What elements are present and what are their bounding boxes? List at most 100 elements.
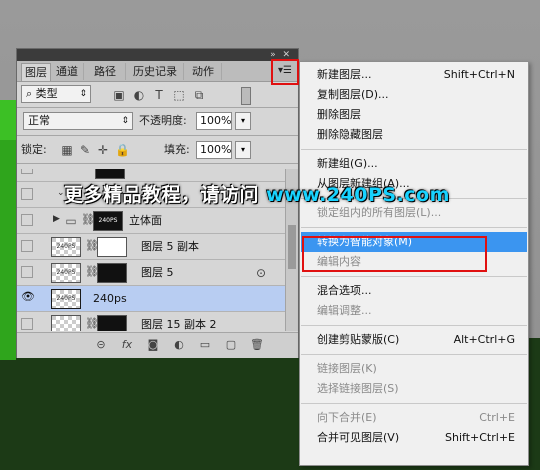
lock-position-icon[interactable]: ✛ [97,144,109,156]
visibility-toggle[interactable] [21,318,33,330]
lock-pixels-icon[interactable]: ✎ [79,144,91,156]
menu-item[interactable]: 删除图层 [301,105,527,125]
blend-mode-value: 正常 [28,114,50,127]
search-icon: ⌕ [26,87,36,100]
menu-item-label: 新建图层... [317,68,372,81]
tab-actions[interactable]: 动作 [185,63,222,80]
menu-item-annotation-box [302,236,487,272]
layer-mask-thumbnail[interactable]: 240PS [93,211,123,231]
filter-toggle-switch[interactable] [241,87,251,105]
lock-transparency-icon[interactable]: ▦ [61,144,73,156]
folder-icon: ▭ [65,214,77,228]
lock-row: 锁定: ▦ ✎ ✛ 🔒 填充: 100% ▾ [17,138,298,162]
canvas-green-highlight [0,100,16,140]
menu-item[interactable]: 混合选项... [301,281,527,301]
menu-item-label: 链接图层(K) [317,362,377,375]
new-group-icon[interactable]: ▭ [197,338,213,352]
shape-filter-icon[interactable]: ⬚ [173,89,185,101]
new-layer-icon[interactable]: ▢ [223,338,239,352]
menu-item[interactable]: 删除隐藏图层 [301,125,527,145]
scrollbar-thumb[interactable] [288,225,296,269]
adjustment-filter-icon[interactable]: ◐ [133,89,145,101]
layer-group-row[interactable]: ▶ ▭ ⛓ 240PS 立体面 [17,208,285,234]
menu-item-label: 复制图层(D)... [317,88,389,101]
menu-item[interactable]: 新建图层... Shift+Ctrl+N [301,65,527,85]
layer-name[interactable]: 图层 5 [141,265,174,281]
layer-mask-thumbnail[interactable] [97,263,127,283]
layer-effects-icon[interactable]: ⊙ [255,267,267,279]
blend-row: 正常 ⇕ 不透明度: 100% ▾ [17,109,298,133]
smart-object-thumbnail[interactable]: 240PS [51,289,81,309]
layer-name[interactable]: 240ps [93,291,127,307]
layer-name[interactable]: 图层 5 副本 [141,239,199,255]
layer-name[interactable]: 图层 15 副本 2 [141,317,217,331]
group-expand-icon[interactable]: ▶ [53,214,60,224]
layer-thumbnail[interactable] [51,315,81,331]
tab-channels[interactable]: 通道 [51,63,84,80]
menu-item-label: 新建组(G)... [317,157,378,170]
menu-item[interactable]: 创建剪贴蒙版(C) Alt+Ctrl+G [301,330,527,350]
menu-separator [301,227,527,228]
visibility-toggle[interactable] [21,188,33,200]
menu-item-label: 创建剪贴蒙版(C) [317,333,400,346]
menu-item[interactable]: 合并可见图层(V) Shift+Ctrl+E [301,428,527,448]
divider [17,163,298,164]
fill-dropdown-button[interactable]: ▾ [235,141,251,159]
layer-row[interactable]: 240PS ⛓ 图层 5 副本 [17,234,285,260]
layer-thumbnail[interactable]: 240PS [51,263,81,283]
panel-title-bar[interactable]: » ✕ [17,49,298,61]
visibility-toggle[interactable] [21,214,33,226]
watermark-text: 更多精品教程，请访问 www.240PS.com [64,180,450,207]
pixel-filter-icon[interactable]: ▣ [113,89,125,101]
layer-name[interactable]: 立体面 [129,213,162,229]
fill-label: 填充: [164,143,190,156]
filter-row: ⌕ 类型 ⇕ ▣ ◐ T ⬚ ⧉ [17,83,298,107]
blend-mode-select[interactable]: 正常 ⇕ [23,112,133,130]
lock-all-icon[interactable]: 🔒 [115,144,130,156]
menu-item-label: 选择链接图层(S) [317,382,399,395]
visibility-toggle[interactable] [21,266,33,278]
menu-separator [301,276,527,277]
adjustment-layer-icon[interactable]: ◐ [171,338,187,352]
divider [17,135,298,136]
chevron-down-icon: ⇕ [121,116,129,126]
fx-icon[interactable]: fx [119,338,135,352]
menu-item: 链接图层(K) [301,359,527,379]
layer-row-selected[interactable]: 👁 240PS 240ps [17,286,285,312]
layer-thumbnail[interactable]: 240PS [51,237,81,257]
watermark-label: 更多精品教程，请访问 [64,184,267,206]
panel-menu-annotation-box [271,59,299,85]
smart-object-filter-icon[interactable]: ⧉ [193,89,205,101]
menu-item-label: 删除隐藏图层 [317,128,383,141]
divider [17,107,298,108]
panel-tabs: 图层 通道 路径 历史记录 动作 ▾☰ [17,61,298,82]
layer-mask-thumbnail[interactable] [95,169,125,179]
panel-bottom-bar: ⊝ fx ◙ ◐ ▭ ▢ 🗑 [17,332,298,358]
tab-paths[interactable]: 路径 [85,63,126,80]
layer-mask-thumbnail[interactable] [97,237,127,257]
layer-mask-thumbnail[interactable] [97,315,127,331]
menu-item[interactable]: 新建组(G)... [301,154,527,174]
link-layers-icon[interactable]: ⊝ [93,338,109,352]
tab-history[interactable]: 历史记录 [127,63,184,80]
add-mask-icon[interactable]: ◙ [145,338,161,352]
visibility-toggle[interactable] [21,240,33,252]
visibility-toggle[interactable] [21,169,33,174]
menu-item-label: 混合选项... [317,284,372,297]
chevron-down-icon: ⇕ [79,89,87,99]
tab-layers[interactable]: 图层 [21,63,51,81]
layer-row[interactable]: ⛓ 图层 15 副本 2 [17,312,285,331]
eye-icon[interactable]: 👁 [21,291,35,304]
menu-separator [301,354,527,355]
opacity-input[interactable]: 100% [196,112,232,130]
filter-type-select[interactable]: ⌕ 类型 ⇕ [21,85,91,103]
layer-row[interactable]: 240PS ⛓ 图层 5 ⊙ [17,260,285,286]
fill-input[interactable]: 100% [196,141,232,159]
opacity-label: 不透明度: [139,114,187,127]
menu-item[interactable]: 复制图层(D)... [301,85,527,105]
opacity-dropdown-button[interactable]: ▾ [235,112,251,130]
type-filter-icon[interactable]: T [153,89,165,101]
menu-item-label: 合并可见图层(V) [317,431,400,444]
trash-icon[interactable]: 🗑 [249,338,265,352]
lock-label: 锁定: [21,143,47,156]
